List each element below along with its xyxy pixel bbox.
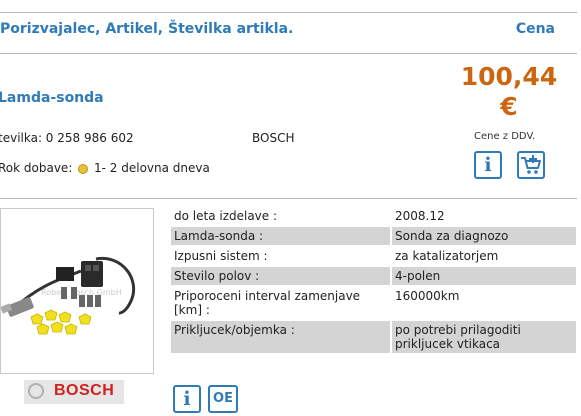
availability-dot-icon [78,163,89,174]
spec-table: do leta izdelave : 2008.12 Lamda-sonda : S… [171,207,576,355]
oe-numbers-button[interactable]: OE [208,385,238,413]
bosch-armature-icon [28,383,44,399]
cart-add-icon [521,155,541,174]
spec-value: 4-polen [390,267,572,285]
spec-row: Prikljucek/objemka : po potrebi prilagodi… [171,321,576,355]
article-number: tevilka: 0 258 986 602 [0,131,134,145]
bosch-logo: BOSCH [24,380,124,404]
section-divider [0,198,577,199]
info-icon: i [183,388,191,410]
price-currency: € [500,92,518,121]
product-name-link[interactable]: Lamda-sonda [0,90,104,106]
spec-row: Stevilo polov : 4-polen [171,267,576,287]
spec-value: po potrebi prilagoditi prikljucek vtikac… [390,321,572,353]
spec-value: za katalizatorjem [390,247,572,265]
delivery-label: Rok dobave: [0,161,73,175]
spec-row: Priporoceni interval zamenjave [km] : 160… [171,287,576,321]
spec-value: Sonda za diagnozo [390,227,572,245]
info-icon: i [484,154,492,176]
add-to-cart-button[interactable] [517,151,545,179]
spec-key: Prikljucek/objemka : [174,323,295,337]
bosch-logo-text: BOSCH [54,382,115,399]
list-header: Porizvajalec, Artikel, Številka artikla.… [0,12,577,54]
price-value: 100,44 € [457,62,561,122]
header-price-label[interactable]: Cena [516,21,555,37]
lambda-sensor-illustration: Robert Bosch GmbH [1,256,136,335]
spec-key: do leta izdelave : [174,209,278,223]
info-button[interactable]: i [474,151,502,179]
spec-key: Izpusni sistem : [174,249,268,263]
header-title: Porizvajalec, Artikel, Številka artikla. [0,21,294,37]
product-image[interactable]: Robert Bosch GmbH [0,208,154,374]
spec-key: Priporoceni interval zamenjave [km] : [174,289,361,317]
oe-icon: OE [213,391,233,406]
info-button-detail[interactable]: i [173,385,201,413]
brand-name: BOSCH [252,131,295,145]
spec-row: Izpusni sistem : za katalizatorjem [171,247,576,267]
spec-row: Lamda-sonda : Sonda za diagnozo [171,227,576,247]
spec-value: 160000km [390,287,572,305]
delivery-value: 1- 2 delovna dneva [94,161,210,175]
vat-note: Cene z DDV. [474,131,536,142]
spec-row: do leta izdelave : 2008.12 [171,207,576,227]
delivery-info: Rok dobave: 1- 2 delovna dneva [0,161,210,175]
price-amount: 100,44 [460,62,558,91]
spec-key: Stevilo polov : [174,269,260,283]
spec-key: Lamda-sonda : [174,229,264,243]
spec-value: 2008.12 [390,207,572,225]
